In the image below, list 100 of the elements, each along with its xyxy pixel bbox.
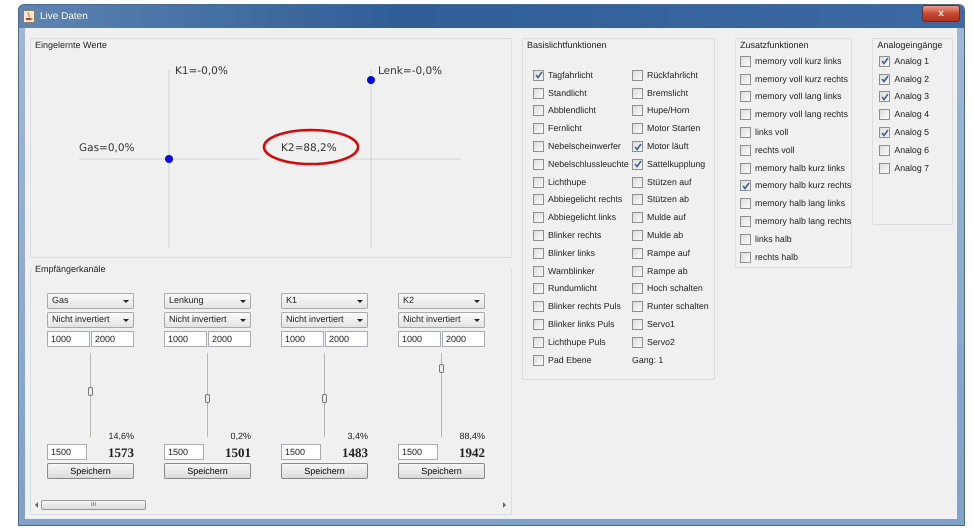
checkbox-label: Abbiegelicht links: [548, 211, 616, 224]
save-button[interactable]: Speichern: [281, 463, 368, 479]
save-button[interactable]: Speichern: [398, 463, 485, 479]
checkbox[interactable]: [632, 336, 643, 348]
save-button[interactable]: Speichern: [164, 463, 251, 479]
input-field[interactable]: 1500: [47, 444, 87, 460]
checkbox[interactable]: [740, 216, 751, 228]
checkbox[interactable]: [632, 194, 643, 206]
checkbox[interactable]: [533, 70, 544, 81]
input-field[interactable]: 1500: [398, 444, 438, 460]
checkbox[interactable]: [533, 248, 544, 259]
input-field[interactable]: 2000: [325, 331, 368, 347]
checkbox[interactable]: [632, 70, 643, 81]
checkbox[interactable]: [879, 162, 890, 174]
checkbox[interactable]: [632, 230, 643, 242]
checkbox-label: Rückfahrlicht: [647, 68, 698, 82]
checkbox[interactable]: [879, 91, 890, 102]
group-title: Analogeingänge: [875, 39, 944, 51]
dropdown[interactable]: Lenkung: [164, 293, 251, 309]
checkbox-label: Analog 3: [894, 90, 930, 104]
slider-thumb[interactable]: [205, 394, 210, 403]
checkbox[interactable]: [879, 56, 890, 67]
checkbox[interactable]: [632, 319, 643, 330]
checkbox[interactable]: [533, 141, 544, 152]
dropdown[interactable]: Nicht invertiert: [47, 312, 134, 328]
checkbox[interactable]: [632, 212, 643, 224]
slider-thumb[interactable]: [322, 394, 327, 403]
checkbox[interactable]: [632, 123, 643, 134]
save-button[interactable]: Speichern: [47, 463, 134, 479]
checkbox[interactable]: [533, 123, 544, 134]
checkbox[interactable]: [533, 176, 544, 188]
checkbox[interactable]: [740, 180, 751, 192]
checkbox-label: Lichthupe: [548, 176, 586, 189]
checkbox[interactable]: [533, 354, 544, 366]
checkbox[interactable]: [533, 212, 544, 224]
checkbox-label: Warnblinker: [548, 264, 595, 278]
checkbox[interactable]: [533, 336, 544, 348]
checkbox[interactable]: [632, 176, 643, 188]
checkbox-label: memory halb kurz rechts: [755, 179, 852, 192]
checkbox[interactable]: [632, 88, 643, 99]
checkbox[interactable]: [740, 234, 751, 245]
input-field[interactable]: 2000: [208, 331, 251, 347]
checkbox[interactable]: [740, 198, 751, 210]
dropdown[interactable]: K2: [398, 293, 485, 309]
checkbox[interactable]: [740, 127, 751, 138]
input-field[interactable]: 1000: [398, 331, 441, 347]
checkbox-label: memory voll lang links: [755, 90, 842, 104]
group-title: Eingelernte Werte: [33, 39, 109, 51]
checkbox[interactable]: [533, 266, 544, 277]
checkbox[interactable]: [740, 74, 751, 85]
checkbox[interactable]: [879, 109, 890, 120]
input-field[interactable]: 1000: [164, 331, 207, 347]
checkbox[interactable]: [533, 88, 544, 99]
checkbox[interactable]: [879, 74, 890, 85]
checkbox[interactable]: [533, 105, 544, 116]
input-field[interactable]: 1000: [281, 331, 324, 347]
checkbox[interactable]: [533, 319, 544, 330]
checkbox-label: Hupe/Horn: [647, 104, 690, 118]
scroll-left-icon[interactable]: [35, 502, 39, 508]
close-button[interactable]: x: [922, 5, 960, 22]
checkbox-label: Analog 4: [894, 108, 930, 122]
dropdown[interactable]: K1: [281, 293, 368, 309]
checkbox[interactable]: [740, 144, 751, 156]
input-field[interactable]: 2000: [442, 331, 485, 347]
checkbox[interactable]: [533, 301, 544, 312]
checkbox[interactable]: [632, 266, 643, 277]
input-field[interactable]: 1500: [164, 444, 204, 460]
dropdown[interactable]: Nicht invertiert: [164, 312, 251, 328]
checkbox[interactable]: [740, 91, 751, 102]
checkbox[interactable]: [740, 162, 751, 174]
checkbox-label: Sattelkupplung: [647, 158, 706, 171]
checkbox[interactable]: [533, 158, 544, 170]
checkbox-label: Blinker rechts: [548, 228, 602, 242]
checkbox[interactable]: [879, 127, 890, 138]
checkbox[interactable]: [740, 56, 751, 67]
checkbox[interactable]: [632, 141, 643, 152]
checkbox[interactable]: [632, 283, 643, 294]
checkbox[interactable]: [632, 105, 643, 116]
checkbox-label: links halb: [755, 232, 792, 246]
checkbox[interactable]: [533, 283, 544, 294]
value-text: 1483: [342, 446, 368, 460]
input-field[interactable]: 1500: [281, 444, 321, 460]
dropdown[interactable]: Nicht invertiert: [281, 312, 368, 328]
input-field[interactable]: 1000: [47, 331, 90, 347]
slider-thumb[interactable]: [88, 386, 93, 396]
dropdown[interactable]: Gas: [47, 293, 134, 309]
checkbox[interactable]: [632, 248, 643, 259]
scroll-right-icon[interactable]: [503, 502, 507, 508]
checkbox[interactable]: [632, 301, 643, 312]
checkbox[interactable]: [879, 144, 890, 156]
dropdown[interactable]: Nicht invertiert: [398, 312, 485, 328]
percent-text: 88,4%: [459, 431, 485, 441]
checkbox[interactable]: [740, 252, 751, 263]
checkbox[interactable]: [533, 194, 544, 206]
input-field[interactable]: 2000: [91, 331, 134, 347]
checkbox[interactable]: [740, 109, 751, 120]
slider-thumb[interactable]: [439, 364, 444, 374]
checkbox-label: Blinker links: [548, 246, 595, 260]
checkbox[interactable]: [533, 230, 544, 242]
checkbox[interactable]: [632, 158, 643, 170]
